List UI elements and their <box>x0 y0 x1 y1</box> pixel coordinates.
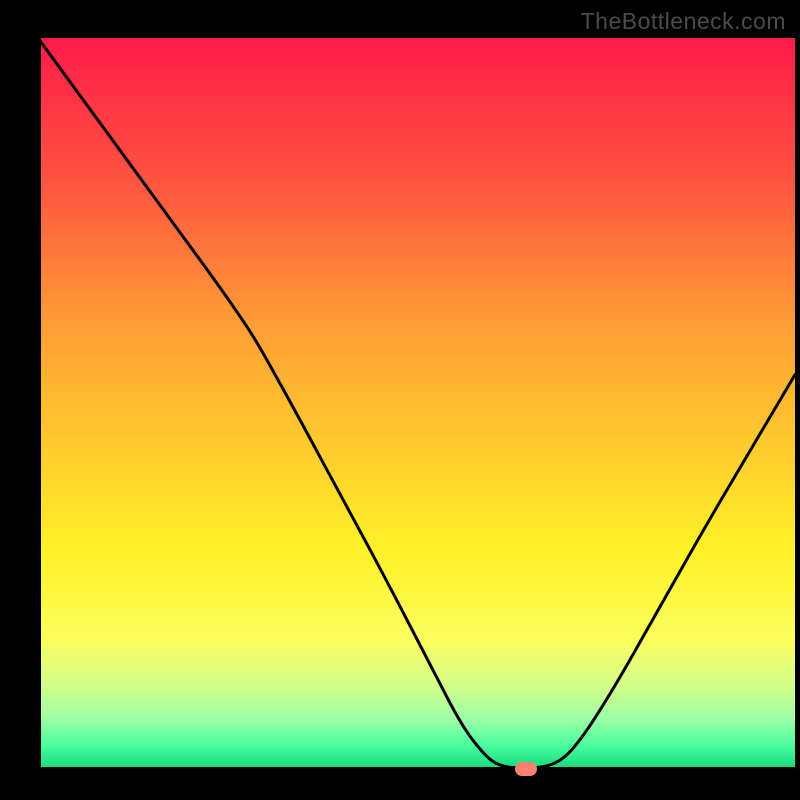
watermark-label: TheBottleneck.com <box>581 8 786 35</box>
bottleneck-plot-svg <box>0 0 800 800</box>
chart-frame: TheBottleneck.com <box>0 0 800 800</box>
gradient-background <box>38 38 795 770</box>
curve-minimum-marker <box>515 762 537 776</box>
